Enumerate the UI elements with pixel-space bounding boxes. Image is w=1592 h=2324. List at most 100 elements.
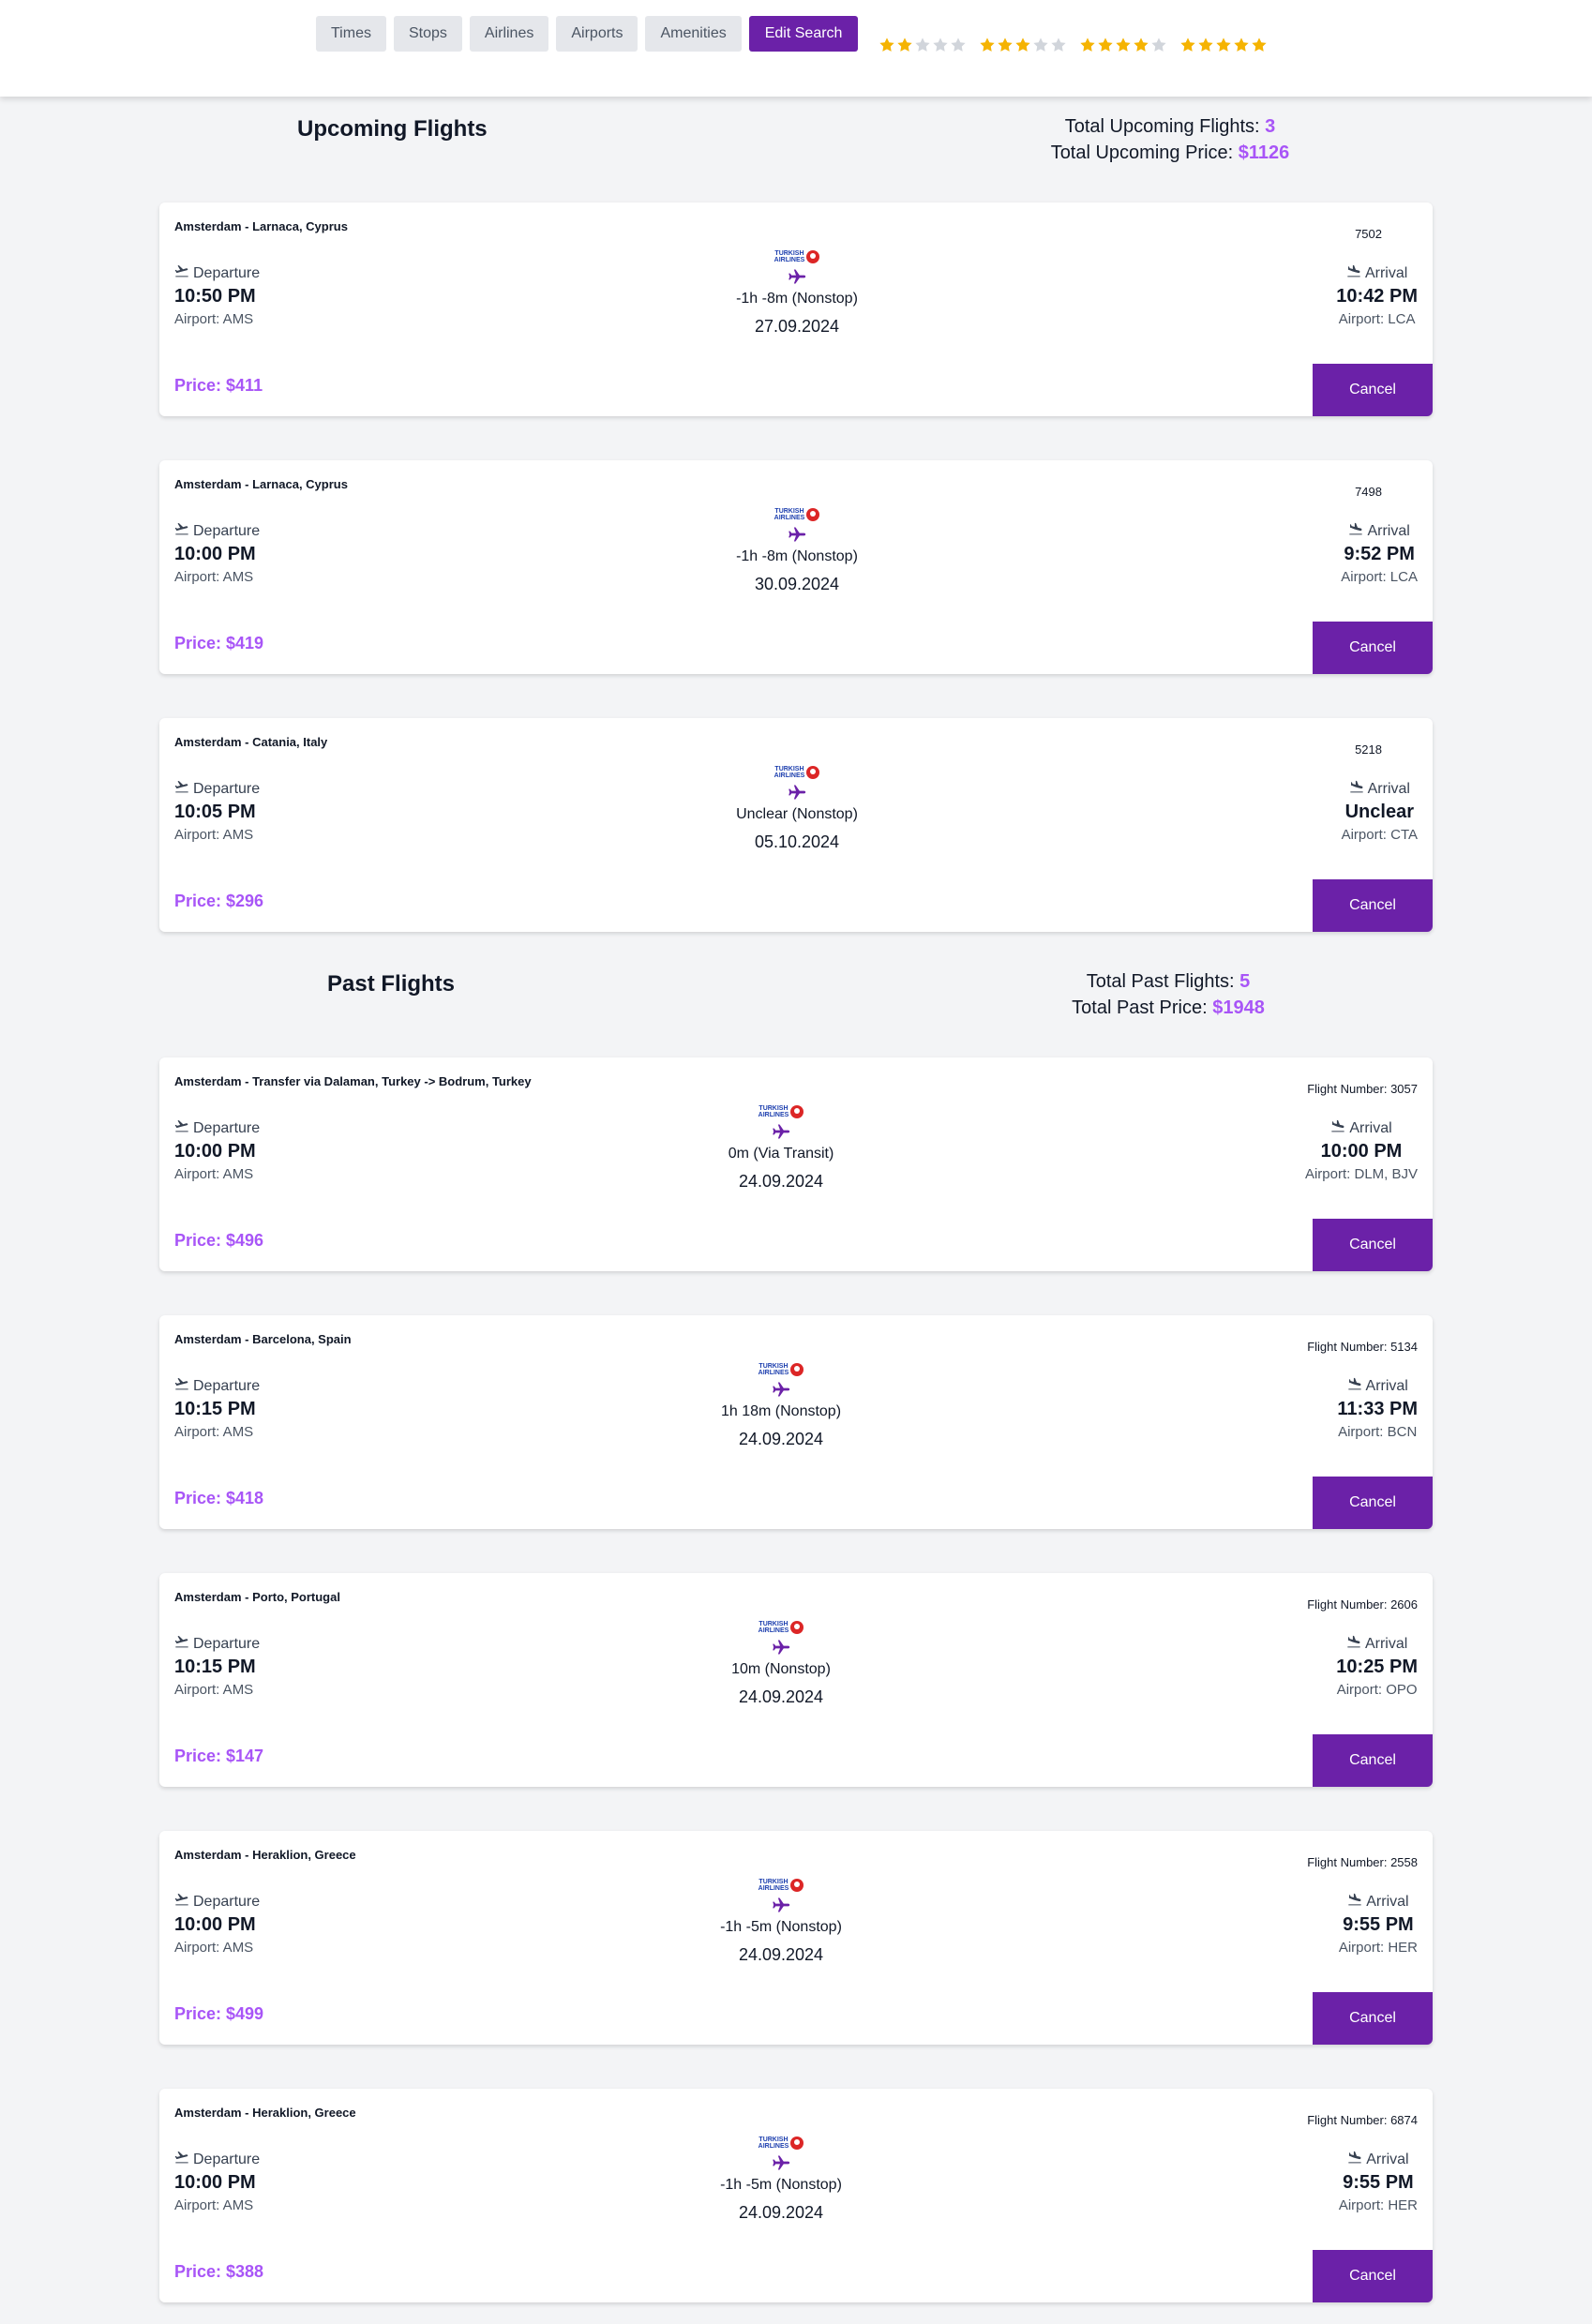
flight-duration: -1h -8m (Nonstop) — [736, 291, 858, 307]
flight-number: 5218 — [1355, 742, 1382, 757]
rating-option-5-stars[interactable] — [1179, 37, 1269, 53]
flight-number: 7498 — [1355, 485, 1382, 499]
plane-icon — [678, 1121, 884, 1142]
flight-summary: TURKISH AIRLINES -1h -8m (Nonstop) 30.09.20… — [694, 505, 900, 594]
plane-icon — [678, 1637, 884, 1657]
airline-logo-mark — [806, 766, 820, 779]
past-price-value: $1948 — [1212, 997, 1265, 1018]
flight-price: Price: $419 — [174, 634, 264, 652]
flight-summary: TURKISH AIRLINES -1h -8m (Nonstop) 27.09.20… — [694, 247, 900, 337]
flight-card: Amsterdam - Catania, Italy 5218 Departure 1… — [159, 718, 1433, 932]
departure-label: Departure — [193, 1377, 261, 1394]
arrival-block: Arrival Unclear Airport: CTA — [1342, 780, 1418, 844]
arrival-time: 10:00 PM — [1320, 1141, 1403, 1162]
flight-duration: Unclear (Nonstop) — [736, 806, 858, 822]
cancel-button[interactable]: Cancel — [1313, 1477, 1433, 1529]
landing-icon — [1330, 1119, 1349, 1137]
arrival-block: Arrival 9:55 PM Airport: HER — [1339, 1893, 1418, 1957]
arrival-block: Arrival 11:33 PM Airport: BCN — [1337, 1377, 1418, 1441]
arrival-time: 10:42 PM — [1336, 286, 1418, 307]
past-flights-title: Past Flights — [327, 971, 456, 997]
upcoming-count-label: Total Upcoming Flights: — [1064, 116, 1260, 137]
airline-logo-text: AIRLINES — [773, 515, 805, 521]
airline-logo-text: AIRLINES — [758, 2143, 789, 2150]
star-icon — [1115, 37, 1132, 53]
airline-logo: TURKISH AIRLINES — [694, 247, 900, 266]
rating-option-4-stars[interactable] — [1079, 37, 1168, 53]
flight-price: Price: $411 — [174, 376, 263, 395]
flight-summary: TURKISH AIRLINES 0m (Via Transit) 24.09.202… — [678, 1102, 884, 1192]
flight-route: Amsterdam - Larnaca, Cyprus — [174, 477, 348, 491]
plane-icon — [678, 1895, 884, 1915]
top-bar: Times Stops Airlines Airports Amenities … — [0, 0, 1592, 97]
takeoff-icon — [174, 1893, 193, 1911]
cancel-button[interactable]: Cancel — [1313, 1992, 1433, 2045]
arrival-label: Arrival — [1364, 264, 1408, 281]
departure-label: Departure — [193, 522, 261, 539]
star-icon — [1150, 37, 1167, 53]
departure-time: 10:50 PM — [174, 286, 256, 307]
departure-time: 10:05 PM — [174, 802, 256, 822]
departure-label: Departure — [193, 264, 261, 281]
star-icon — [914, 37, 931, 53]
cancel-button[interactable]: Cancel — [1313, 622, 1433, 674]
flight-price: Price: $147 — [174, 1747, 264, 1765]
arrival-block: Arrival 9:52 PM Airport: LCA — [1341, 522, 1418, 586]
departure-airport: Airport: AMS — [174, 1166, 254, 1182]
airline-logo-text: AIRLINES — [758, 1370, 789, 1376]
takeoff-icon — [174, 1635, 193, 1653]
departure-airport: Airport: AMS — [174, 827, 254, 843]
filter-amenities-button[interactable]: Amenities — [645, 16, 742, 52]
flight-number: 7502 — [1355, 227, 1382, 241]
star-icon — [979, 37, 996, 53]
flight-duration: 10m (Nonstop) — [731, 1661, 831, 1677]
departure-time: 10:00 PM — [174, 1914, 256, 1935]
flight-summary: TURKISH AIRLINES 10m (Nonstop) 24.09.2024 — [678, 1618, 884, 1707]
flight-card: Amsterdam - Larnaca, Cyprus 7498 Departure… — [159, 460, 1433, 674]
cancel-button[interactable]: Cancel — [1313, 879, 1433, 932]
departure-time: 10:00 PM — [174, 544, 256, 564]
airline-logo: TURKISH AIRLINES — [678, 2134, 884, 2152]
past-price-label: Total Past Price: — [1072, 997, 1208, 1018]
landing-icon — [1346, 264, 1365, 282]
rating-option-2-stars[interactable] — [879, 37, 968, 53]
flight-number: Flight Number: 2558 — [1307, 1855, 1418, 1869]
arrival-label: Arrival — [1365, 1377, 1408, 1394]
landing-icon — [1348, 522, 1367, 540]
upcoming-flights-title: Upcoming Flights — [297, 116, 488, 142]
flight-duration: 0m (Via Transit) — [728, 1146, 834, 1162]
rating-option-3-stars[interactable] — [979, 37, 1068, 53]
filter-airlines-button[interactable]: Airlines — [469, 16, 549, 52]
airline-logo-text: TURKISH — [758, 1621, 788, 1627]
airline-logo-text: TURKISH — [758, 1879, 788, 1885]
arrival-label: Arrival — [1364, 1635, 1408, 1652]
airline-logo: TURKISH AIRLINES — [694, 505, 900, 524]
filter-airports-button[interactable]: Airports — [556, 16, 638, 52]
star-rating-filter — [879, 37, 1280, 53]
airline-logo: TURKISH AIRLINES — [694, 763, 900, 782]
arrival-airport: Airport: OPO — [1336, 1682, 1418, 1698]
landing-icon — [1349, 780, 1368, 798]
star-icon — [896, 37, 913, 53]
star-icon — [1197, 37, 1214, 53]
airline-logo-text: AIRLINES — [758, 1112, 789, 1118]
arrival-label: Arrival — [1367, 522, 1410, 539]
filter-stops-button[interactable]: Stops — [393, 16, 462, 52]
star-icon — [879, 37, 895, 53]
takeoff-icon — [174, 522, 193, 540]
departure-block: Departure 10:00 PM Airport: AMS — [174, 522, 261, 586]
cancel-button[interactable]: Cancel — [1313, 1219, 1433, 1271]
cancel-button[interactable]: Cancel — [1313, 364, 1433, 416]
cancel-button[interactable]: Cancel — [1313, 2250, 1433, 2302]
cancel-button[interactable]: Cancel — [1313, 1734, 1433, 1787]
filter-times-button[interactable]: Times — [316, 16, 386, 52]
departure-block: Departure 10:50 PM Airport: AMS — [174, 264, 261, 328]
landing-icon — [1347, 1377, 1366, 1395]
airline-logo-text: TURKISH — [758, 2137, 788, 2143]
airline-logo-text: AIRLINES — [758, 1627, 789, 1634]
departure-time: 10:00 PM — [174, 2172, 256, 2193]
landing-icon — [1347, 1893, 1366, 1911]
edit-search-button[interactable]: Edit Search — [748, 16, 859, 52]
flight-price: Price: $388 — [174, 2262, 264, 2281]
flight-route: Amsterdam - Heraklion, Greece — [174, 1848, 356, 1862]
